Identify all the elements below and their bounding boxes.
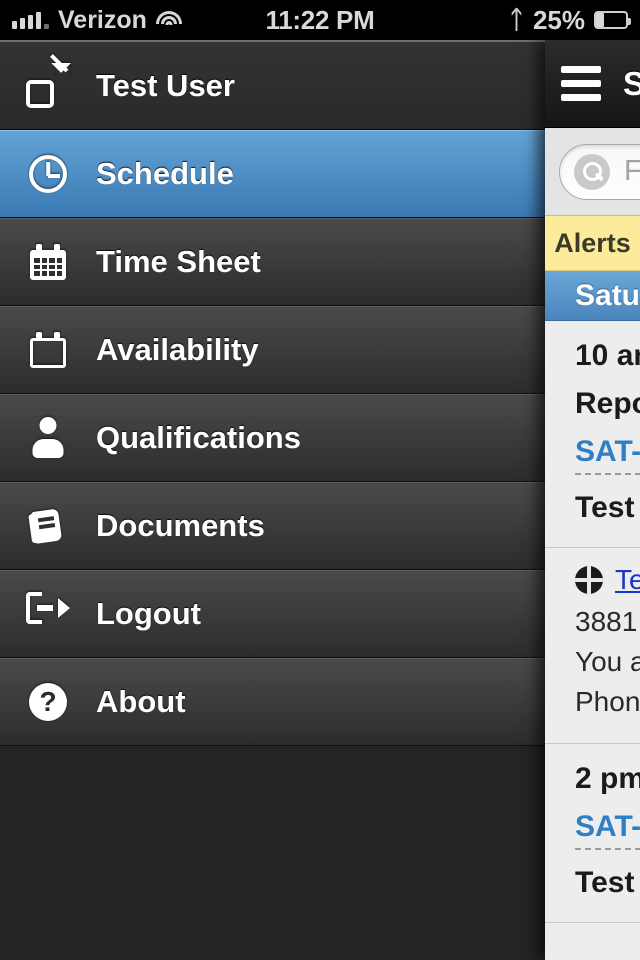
carrier-label: Verizon [58,5,147,34]
sidebar-item-about[interactable]: ? About [0,658,545,746]
event-code-link[interactable]: SAT- [575,435,640,475]
event-detail-link[interactable]: Tes [615,564,640,596]
search-placeholder: Filter [624,155,640,187]
event-detail-line: You a [575,645,640,677]
status-bar-clock: 11:22 PM [265,4,375,35]
event-role: Report [575,387,640,420]
sidebar-item-label: Qualifications [96,420,301,455]
schedule-event[interactable]: 2 pm SAT- Test [545,744,640,924]
content-navbar: Schedule [545,40,640,128]
sidebar-item-label: Availability [96,332,259,367]
wifi-icon [155,10,182,30]
sidebar-item-documents[interactable]: Documents [0,482,545,570]
battery-icon [594,11,631,29]
status-bar: Verizon 11:22 PM ᛏ 25% [0,0,640,40]
sidebar-user-label: Test User [96,67,235,103]
day-header-label: Saturday [575,278,640,312]
person-icon [26,416,70,460]
sidebar-item-qualifications[interactable]: Qualifications [0,394,545,482]
status-bar-left: Verizon [0,6,265,35]
schedule-event[interactable]: 10 am Report SAT- Test [545,321,640,548]
event-assignee: Test [575,491,635,524]
event-time: 10 am [575,339,640,372]
calendar-grid-icon [26,240,70,284]
clock-icon [26,152,70,196]
event-detail-line: 3881 [575,606,638,637]
help-circle-icon: ? [26,680,70,724]
alert-banner-label: Alerts [554,227,631,258]
globe-icon [575,566,603,594]
external-link-icon [26,63,70,108]
sidebar-item-logout[interactable]: Logout [0,570,545,658]
bluetooth-icon: ᛏ [508,5,524,34]
event-detail-line: Phone [575,685,640,717]
search-icon [574,153,610,190]
calendar-icon [26,328,70,372]
sidebar-item-label: Documents [96,508,265,543]
search-input[interactable]: Filter [559,143,640,200]
signal-bars-icon [12,11,49,29]
sidebar-item-availability[interactable]: Availability [0,306,545,394]
page-title: Schedule [623,64,640,102]
event-detail: Tes 3881 You a Phone [545,548,640,745]
event-detail-link-row[interactable]: Tes [575,564,640,596]
content-panel: Schedule Filter Alerts Saturday 10 am Re… [545,40,640,960]
hamburger-menu-icon[interactable] [561,66,601,101]
sidebar-item-label: About [96,684,186,719]
sidebar-item-label: Schedule [96,156,234,191]
logout-icon [26,592,70,636]
battery-percent-label: 25% [532,4,585,35]
sidebar-user-header[interactable]: Test User [0,42,545,130]
sidebar-menu: Test User Schedule Time Sheet Availabili… [0,40,545,960]
day-header: Saturday [545,271,640,321]
status-bar-right: ᛏ 25% [375,5,640,36]
book-icon [26,504,70,548]
sidebar-item-label: Logout [96,596,202,631]
sidebar-item-schedule[interactable]: Schedule [0,130,545,218]
event-time: 2 pm [575,762,640,796]
search-bar: Filter [545,128,640,216]
sidebar-item-label: Time Sheet [96,244,261,279]
alert-banner[interactable]: Alerts [545,216,640,271]
event-assignee: Test [575,866,635,900]
sidebar-item-time-sheet[interactable]: Time Sheet [0,218,545,306]
event-code-link[interactable]: SAT- [575,810,640,851]
